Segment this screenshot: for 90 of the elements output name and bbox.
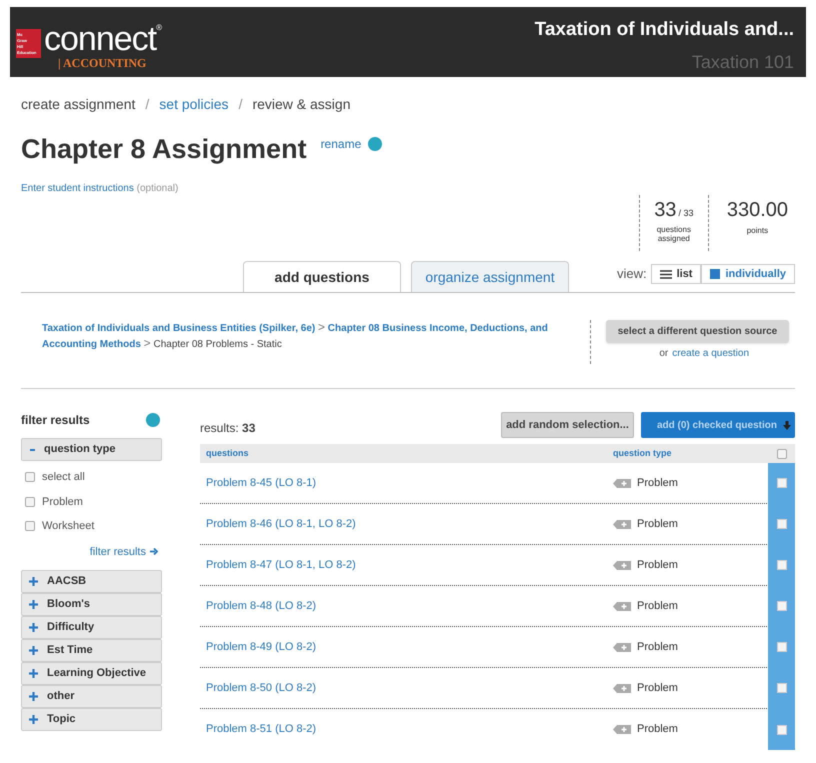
source-button[interactable]: select a different question source [606,320,789,343]
random-selection-button[interactable]: add random selection... [501,412,634,438]
checkbox[interactable] [776,478,786,488]
checkbox[interactable] [25,521,35,532]
checkbox[interactable] [776,560,786,570]
question-type: Problem [637,680,678,696]
plus-icon [29,623,38,632]
question-type: Problem [637,476,678,491]
checkbox[interactable] [776,448,786,458]
filter-section[interactable]: AACSB [21,570,162,593]
step-link[interactable]: set policies [159,94,229,115]
down-arrow-icon [783,420,791,430]
step-separator: / [238,95,242,114]
course-title: Taxation of Individuals and... [534,18,794,42]
points-total: 330.00 [726,198,788,223]
question-link[interactable]: Problem 8-48 (LO 8-2) [206,598,613,614]
filter-section[interactable]: other [21,685,162,708]
help-icon[interactable] [368,137,382,151]
question-type: Problem [637,640,678,655]
step-link[interactable]: create assignment [21,94,136,115]
step-link[interactable]: review & assign [252,94,350,115]
page-title: Chapter 8 Assignment [21,133,307,165]
plus-icon [29,692,38,701]
checkbox[interactable] [776,601,786,611]
filter-group-header[interactable]: question type [21,438,162,461]
view-option[interactable]: individually [701,264,795,284]
square-icon [710,269,720,279]
assigned-count: 33 [654,198,676,223]
tab[interactable]: add questions [243,261,401,292]
filter-title: filter results [21,412,90,429]
question-link[interactable]: Problem 8-51 (LO 8-2) [206,721,613,738]
add-tag-icon [613,560,631,570]
rename-link[interactable]: rename [320,135,362,153]
plus-icon [29,669,38,678]
question-type: Problem [637,558,678,573]
or-text: or [659,347,668,361]
total-count: / 33 [678,207,694,220]
question-type: Problem [637,598,678,614]
column-header: question type [613,446,673,460]
plus-icon [29,577,38,586]
filter-section[interactable]: Est Time [21,639,162,662]
question-link[interactable]: Problem 8-46 (LO 8-1, LO 8-2) [206,516,613,532]
help-icon[interactable] [146,413,160,427]
filter-section[interactable]: Topic [21,708,162,731]
add-tag-icon [613,478,631,488]
question-type: Problem [637,722,678,738]
filter-section[interactable]: Learning Objective [21,662,162,685]
add-tag-icon [613,725,631,734]
checkbox[interactable] [25,472,35,482]
plus-icon [29,715,38,724]
column-header: questions [206,446,250,460]
question-type: Problem [637,516,678,532]
plus-icon [29,600,38,609]
option-label: Problem [42,494,83,510]
checkbox[interactable] [776,519,786,529]
option-label: Worksheet [42,519,94,534]
instructions-link[interactable]: Enter student instructions (optional) [21,181,178,196]
optional-note: (optional) [136,183,178,194]
plus-icon [29,646,38,655]
results-count: results: 33 [200,420,256,437]
question-link[interactable]: Problem 8-45 (LO 8-1) [206,474,613,492]
list-icon [660,270,672,278]
question-link[interactable]: Problem 8-49 (LO 8-2) [206,638,613,656]
source-breadcrumb[interactable]: Taxation of Individuals and Business Entities (Spilker, 6e) > Chapter 08 Business Income, Deductions, and Accounting Methods > Chapter 08 Problems - Static [42,320,580,352]
add-tag-icon [613,684,631,692]
checkbox[interactable] [25,496,35,507]
add-tag-icon [613,602,631,610]
create-question-link[interactable]: create a question [672,346,749,361]
view-label: view: [616,265,647,284]
question-link[interactable]: Problem 8-47 (LO 8-1, LO 8-2) [206,556,613,574]
checkbox[interactable] [776,642,786,652]
add-tag-icon [613,520,631,528]
arrow-icon [150,548,158,556]
course-name: Taxation 101 [692,50,794,74]
add-tag-icon [613,642,631,652]
view-option[interactable]: list [650,264,702,284]
checkbox[interactable] [776,683,786,693]
checkbox[interactable] [776,724,786,734]
points-label: points [746,225,768,237]
step-separator: / [145,95,150,114]
question-link[interactable]: Problem 8-50 (LO 8-2) [206,680,613,696]
filter-section[interactable]: Difficulty [21,616,162,639]
option-label: select all [42,470,85,485]
filter-section[interactable]: Bloom's [21,593,162,616]
filter-results-link[interactable]: filter results [90,544,158,560]
registered-mark: ® [156,22,162,32]
tab[interactable]: organize assignment [411,261,569,292]
brand-name: connect [44,22,156,56]
assigned-label: questions assigned [656,225,692,243]
product-name: | ACCOUNTING [58,55,148,72]
